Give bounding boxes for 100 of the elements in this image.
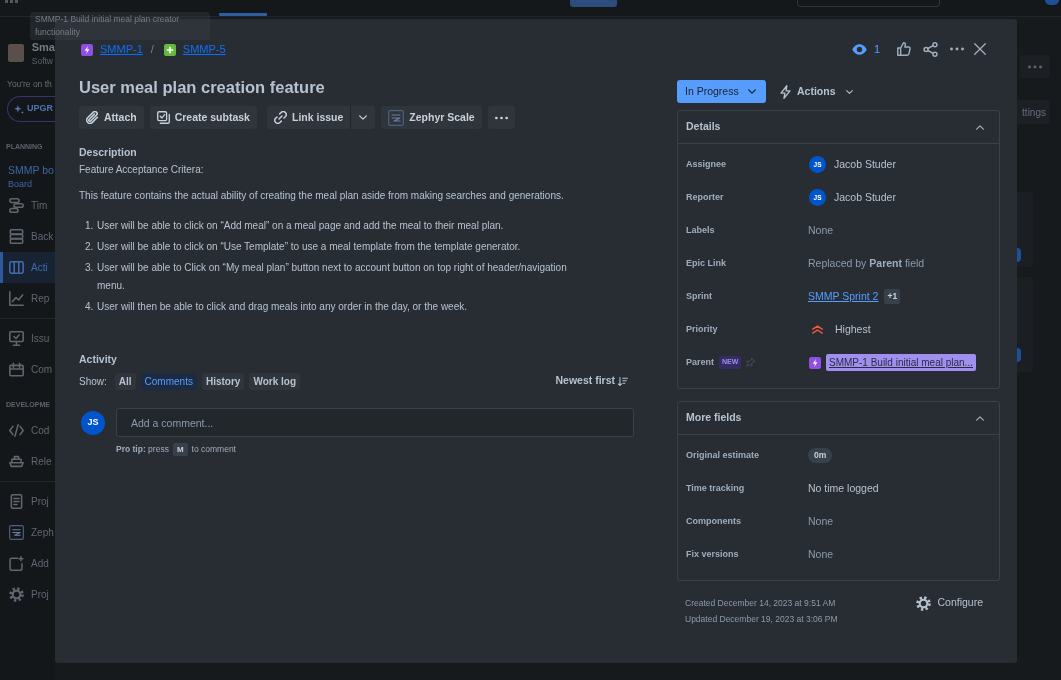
- field-label: Time tracking: [686, 481, 745, 495]
- project-type: Softw: [31, 55, 54, 68]
- active-tab-indicator: [219, 13, 267, 16]
- sidebar-item[interactable]: Rep: [0, 283, 55, 314]
- link-icon: [273, 111, 287, 124]
- field-label: Epic Link: [686, 256, 726, 270]
- striped-square-icon: [388, 109, 405, 126]
- chevron-up-icon: [976, 124, 984, 130]
- sidebar-item[interactable]: Proj: [0, 486, 55, 517]
- checkbox-stack-icon: [156, 111, 170, 124]
- share-icon: [923, 41, 938, 57]
- sort-button[interactable]: Newest first: [555, 373, 628, 389]
- link-issue-button[interactable]: Link issue: [266, 106, 351, 129]
- field-label: Priority: [686, 322, 718, 336]
- lightning-square-icon: [809, 356, 821, 369]
- sidebar-item[interactable]: Rele: [0, 446, 55, 477]
- estimate-badge[interactable]: 0m: [808, 448, 833, 463]
- line-chart-icon: [9, 291, 24, 306]
- collapse-button[interactable]: [976, 415, 984, 421]
- keyboard-key: M: [172, 442, 188, 456]
- breadcrumb-link[interactable]: SMMP-5: [161, 41, 226, 58]
- sidebar-item[interactable]: Tim: [0, 190, 55, 221]
- filter-tab[interactable]: History: [201, 372, 245, 390]
- sidebar-item[interactable]: Add: [0, 548, 55, 579]
- panel-title: Details: [686, 119, 721, 135]
- field-value[interactable]: Highest: [835, 321, 871, 338]
- field-value[interactable]: None: [808, 513, 834, 530]
- tip-text: Pro tip: press: [116, 443, 169, 456]
- create-subtask-button[interactable]: Create subtask: [149, 106, 257, 129]
- field-label: Components: [686, 514, 741, 528]
- configure-button[interactable]: Configure: [916, 594, 983, 612]
- search-field[interactable]: [797, 0, 940, 7]
- created-date: Created December 14, 2023 at 9:51 AM: [685, 597, 837, 610]
- avatar-icon: [1017, 248, 1021, 262]
- sidebar-item[interactable]: Proj: [0, 579, 55, 610]
- dropdown-button[interactable]: [350, 106, 376, 129]
- field-label: Parent: [686, 355, 714, 369]
- sidebar-item[interactable]: Zeph: [0, 517, 55, 548]
- list-number: 2.: [85, 240, 95, 254]
- list-item: User will then be able to click and drag meals into any order in the day, or the week.: [97, 300, 468, 314]
- more-button[interactable]: [950, 47, 964, 51]
- collapse-button[interactable]: [976, 124, 984, 130]
- list-item: User will be able to click on “Add meal” on a meal page and add the meal to their meal plan.: [97, 219, 505, 233]
- monitor-check-icon: [9, 331, 24, 346]
- thumbs-up-icon: [897, 42, 911, 56]
- field-value[interactable]: No time logged: [808, 480, 879, 497]
- document-icon: [9, 494, 24, 509]
- share-button[interactable]: [923, 41, 938, 57]
- list-number: 4.: [85, 300, 95, 314]
- board-columns-icon: [9, 260, 24, 275]
- board-name[interactable]: SMMP bo: [0, 162, 55, 178]
- breadcrumb-link[interactable]: SMMP-1: [79, 41, 143, 58]
- sidebar-item[interactable]: Issu: [0, 323, 55, 354]
- user-avatar[interactable]: [1045, 0, 1059, 5]
- more-icon: [1028, 64, 1042, 69]
- settings-button[interactable]: ttings: [1017, 100, 1050, 124]
- breadcrumb-separator: /: [150, 42, 154, 58]
- sidebar-item[interactable]: Com: [0, 354, 55, 385]
- sidebar-item[interactable]: Back: [0, 221, 55, 252]
- project-name[interactable]: Sma: [31, 40, 55, 54]
- comment-field[interactable]: Add a comment...: [116, 408, 634, 437]
- sprint-link[interactable]: SMMP Sprint 2: [808, 288, 879, 305]
- field-value: Replaced by Parent field: [808, 255, 925, 271]
- actions-button[interactable]: Actions: [780, 83, 853, 100]
- close-icon: [974, 43, 986, 55]
- parent-link[interactable]: SMMP-1 Build initial meal plan...: [826, 354, 976, 371]
- count-badge[interactable]: +1: [884, 289, 901, 304]
- field-label: Assignee: [686, 157, 727, 171]
- sort-icon: [618, 376, 628, 386]
- paperclip-icon: [86, 111, 99, 124]
- issue-title[interactable]: User meal plan creation feature: [79, 75, 632, 99]
- field-value[interactable]: None: [808, 222, 834, 239]
- filter-tab[interactable]: Comments: [140, 372, 197, 390]
- calendar-icon: [9, 362, 24, 377]
- like-button[interactable]: [897, 42, 911, 56]
- square-plus-icon: [9, 556, 24, 571]
- user-name[interactable]: Jacob Studer: [834, 156, 896, 173]
- sidebar-item[interactable]: Acti: [0, 252, 55, 283]
- board-card[interactable]: [1017, 277, 1033, 372]
- status-dropdown[interactable]: In Progress: [677, 80, 766, 103]
- chevron-down-icon: [747, 89, 756, 94]
- avatar-icon: [1017, 348, 1021, 362]
- zephyr-scale-button[interactable]: Zephyr Scale: [381, 106, 482, 129]
- close-button[interactable]: [974, 43, 986, 55]
- attach-button[interactable]: Attach: [79, 106, 144, 129]
- watch-button[interactable]: 1: [851, 40, 880, 58]
- user-name[interactable]: Jacob Studer: [834, 189, 896, 206]
- settings-icon: [9, 587, 24, 602]
- section-heading: Description: [79, 145, 138, 159]
- field-label: Reporter: [686, 190, 724, 204]
- sidebar-item[interactable]: Cod: [0, 415, 55, 446]
- filter-tab[interactable]: Work log: [249, 372, 300, 390]
- app-grid-icon[interactable]: [5, 0, 18, 4]
- list-item: User will be able to Click on “My meal plan” button next to account button on top right of header/navigation menu.: [97, 261, 568, 293]
- filter-tab[interactable]: All: [114, 372, 136, 390]
- board-card[interactable]: [1017, 192, 1033, 267]
- filter-label: Show:: [79, 374, 107, 389]
- field-value[interactable]: None: [808, 546, 834, 563]
- more-button[interactable]: [487, 106, 515, 129]
- description-text: Feature Acceptance Critera:: [79, 163, 205, 177]
